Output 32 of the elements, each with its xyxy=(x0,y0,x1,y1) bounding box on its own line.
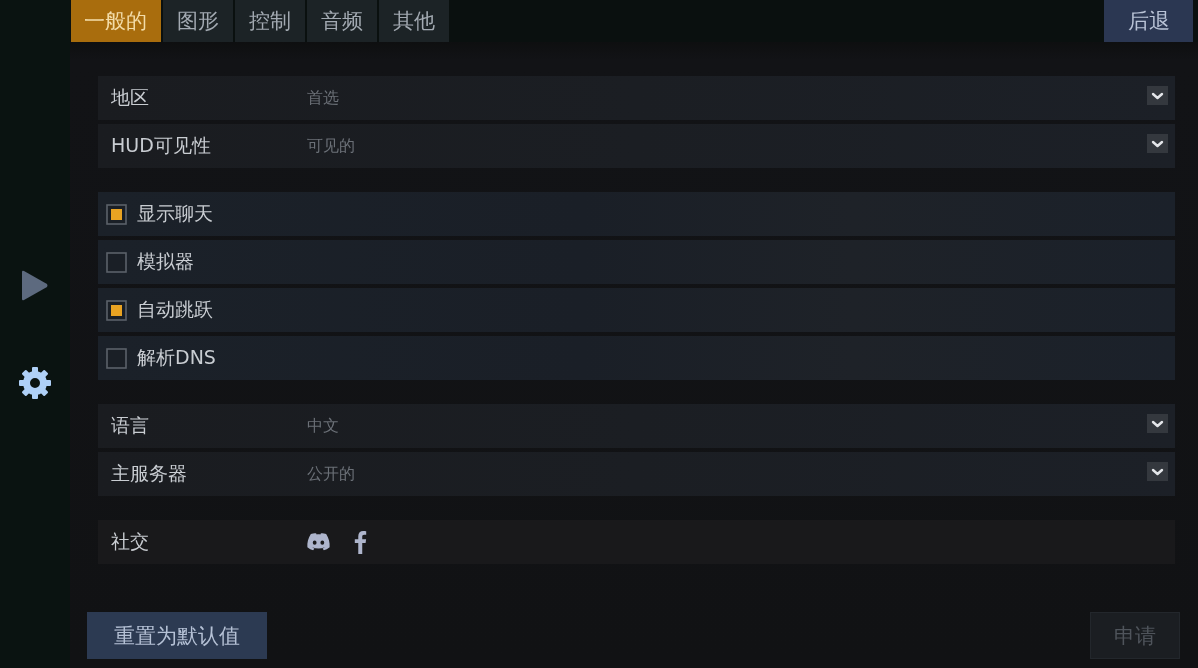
discord-icon[interactable] xyxy=(307,533,330,551)
checkbox[interactable] xyxy=(106,203,127,225)
checkbox-label: 模拟器 xyxy=(137,249,194,274)
chevron-down-icon[interactable] xyxy=(1147,461,1168,481)
tab[interactable]: 一般的 xyxy=(71,0,161,42)
setting-label: 地区 xyxy=(111,85,150,110)
play-icon[interactable] xyxy=(22,270,48,301)
facebook-icon[interactable] xyxy=(354,530,367,554)
back-button[interactable]: 后退 xyxy=(1104,0,1193,42)
tab[interactable]: 音频 xyxy=(307,0,377,42)
checkbox[interactable] xyxy=(106,299,127,321)
tab[interactable]: 其他 xyxy=(379,0,449,42)
checkbox-label: 解析DNS xyxy=(137,345,216,370)
checkbox[interactable] xyxy=(106,251,127,273)
setting-label: 主服务器 xyxy=(111,461,188,486)
setting-label: 语言 xyxy=(111,413,150,438)
settings-icon[interactable] xyxy=(19,367,51,399)
reset-button[interactable]: 重置为默认值 xyxy=(87,612,267,659)
dropdown-value[interactable]: 中文 xyxy=(307,415,339,437)
setting-label: HUD可见性 xyxy=(111,133,212,158)
checkbox-label: 自动跳跃 xyxy=(137,297,213,322)
checkbox-label: 显示聊天 xyxy=(137,201,213,226)
chevron-down-icon[interactable] xyxy=(1147,85,1168,105)
dropdown-value[interactable]: 公开的 xyxy=(307,463,355,485)
chevron-down-icon[interactable] xyxy=(1147,413,1168,433)
tab[interactable]: 图形 xyxy=(163,0,233,42)
dropdown-value[interactable]: 可见的 xyxy=(307,135,355,157)
checkbox[interactable] xyxy=(106,347,127,369)
tab[interactable]: 控制 xyxy=(235,0,305,42)
setting-label: 社交 xyxy=(111,529,150,554)
chevron-down-icon[interactable] xyxy=(1147,133,1168,153)
dropdown-value[interactable]: 首选 xyxy=(307,87,339,109)
